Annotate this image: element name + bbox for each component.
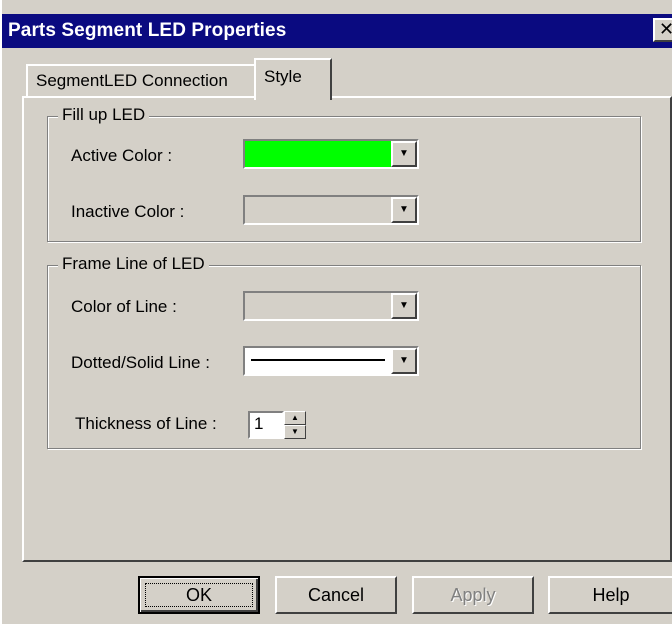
tab-segmentled-connection[interactable]: SegmentLED Connection <box>26 64 258 98</box>
title-bar[interactable]: Parts Segment LED Properties ✕ <box>2 14 672 48</box>
focus-rect <box>145 583 253 607</box>
help-button[interactable]: Help <box>548 576 672 614</box>
active-color-swatch <box>245 141 391 167</box>
ok-button[interactable]: OK <box>138 576 260 614</box>
close-icon: ✕ <box>659 19 672 39</box>
spin-up-icon[interactable]: ▲ <box>284 411 306 425</box>
spin-down-icon[interactable]: ▼ <box>284 425 306 439</box>
properties-dialog: Parts Segment LED Properties ✕ SegmentLE… <box>0 0 672 624</box>
chevron-down-icon[interactable]: ▼ <box>391 197 417 223</box>
line-style-label: Dotted/Solid Line : <box>71 353 210 372</box>
tab-label: SegmentLED Connection <box>36 71 228 90</box>
thickness-input[interactable]: 1 <box>248 411 284 439</box>
inactive-color-swatch <box>245 197 391 223</box>
apply-button[interactable]: Apply <box>412 576 534 614</box>
inactive-color-label: Inactive Color : <box>71 202 185 221</box>
inactive-color-dropdown[interactable]: ▼ <box>243 195 419 225</box>
tab-label: Style <box>264 67 302 86</box>
thickness-label: Thickness of Line : <box>75 414 217 433</box>
chevron-down-icon[interactable]: ▼ <box>391 293 417 319</box>
line-style-field <box>245 348 391 374</box>
group-legend: Fill up LED <box>58 105 150 125</box>
solid-line-sample <box>251 359 385 361</box>
thickness-spinner[interactable]: ▲ ▼ <box>284 411 306 439</box>
help-button-label: Help <box>592 585 630 605</box>
line-color-swatch <box>245 293 391 319</box>
line-color-dropdown[interactable]: ▼ <box>243 291 419 321</box>
cancel-button-label: Cancel <box>307 585 365 605</box>
chevron-down-icon[interactable]: ▼ <box>391 348 417 374</box>
line-color-label: Color of Line : <box>71 297 177 316</box>
cancel-button[interactable]: Cancel <box>275 576 397 614</box>
chevron-down-icon[interactable]: ▼ <box>391 141 417 167</box>
group-legend: Frame Line of LED <box>58 254 209 274</box>
tab-style[interactable]: Style <box>254 58 332 100</box>
close-button[interactable]: ✕ <box>653 18 672 42</box>
window-title: Parts Segment LED Properties <box>8 20 287 41</box>
line-style-dropdown[interactable]: ▼ <box>243 346 419 376</box>
active-color-label: Active Color : <box>71 146 173 165</box>
active-color-dropdown[interactable]: ▼ <box>243 139 419 169</box>
apply-button-label: Apply <box>450 585 496 605</box>
